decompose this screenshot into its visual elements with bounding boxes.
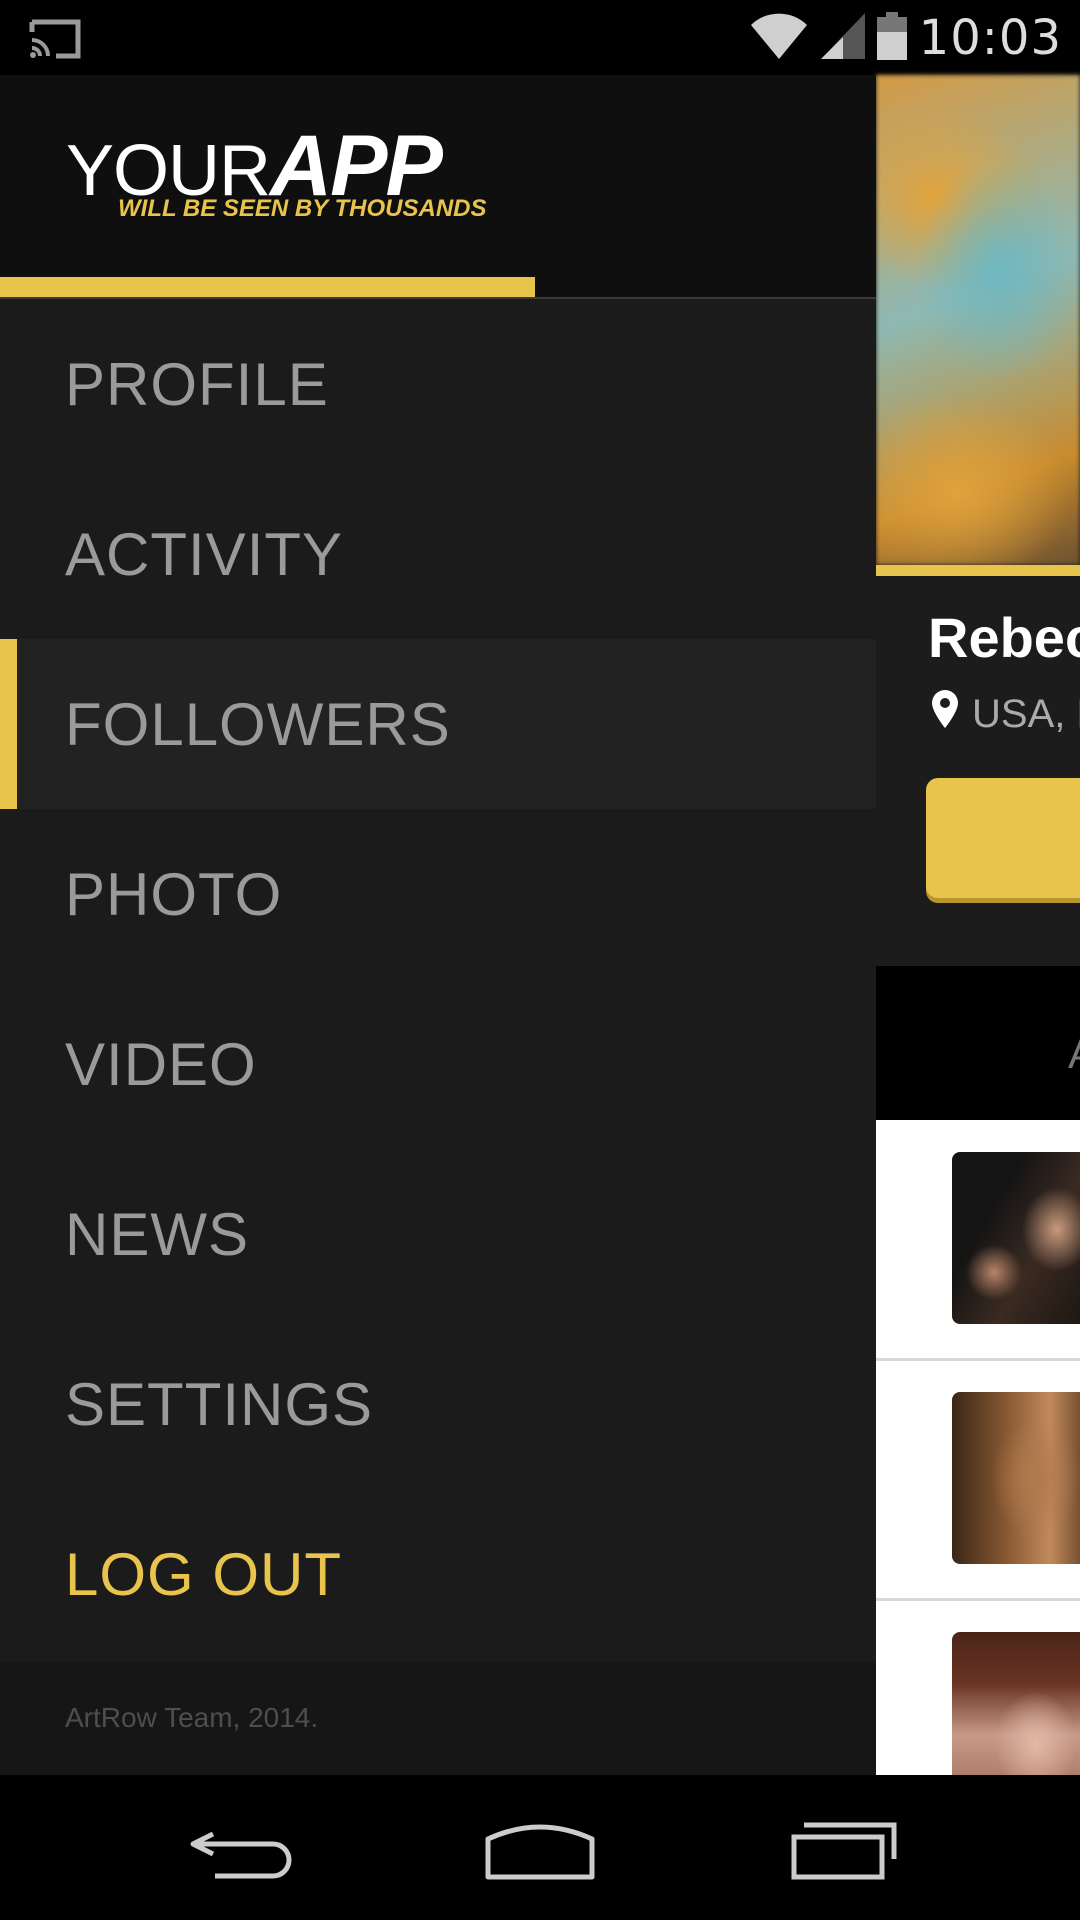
status-bar: 10:03	[0, 0, 1080, 75]
menu-item-video[interactable]: VIDEO	[0, 979, 876, 1149]
footer-credit: ArtRow Team, 2014.	[65, 1702, 319, 1733]
menu-item-label: ACTIVITY	[65, 520, 344, 588]
menu-item-news[interactable]: NEWS	[0, 1149, 876, 1319]
signal-icon	[820, 12, 865, 64]
avatar	[952, 1392, 1080, 1564]
list-item[interactable]	[876, 1120, 1080, 1361]
drawer-header: YOURAPP WILL BE SEEN BY THOUSANDS	[0, 75, 876, 299]
menu-item-activity[interactable]: ACTIVITY	[0, 469, 876, 639]
drawer-menu: PROFILE ACTIVITY FOLLOWERS PHOTO VIDEO N…	[0, 299, 876, 1659]
menu-item-label: PROFILE	[65, 350, 329, 418]
list-item[interactable]	[876, 1360, 1080, 1601]
recents-icon[interactable]	[785, 1805, 905, 1895]
menu-item-label: FOLLOWERS	[65, 690, 451, 758]
menu-item-label: NEWS	[65, 1200, 249, 1268]
profile-location: USA, F	[932, 690, 1080, 738]
menu-item-followers[interactable]: FOLLOWERS	[0, 639, 876, 809]
header-accent-bar	[0, 277, 535, 297]
location-pin-icon	[932, 690, 958, 738]
menu-item-photo[interactable]: PHOTO	[0, 809, 876, 979]
navigation-drawer: YOURAPP WILL BE SEEN BY THOUSANDS PROFIL…	[0, 75, 876, 1775]
home-icon[interactable]	[480, 1805, 600, 1895]
battery-icon	[876, 11, 907, 65]
logo-tagline: WILL BE SEEN BY THOUSANDS	[118, 195, 487, 222]
location-text: USA, F	[972, 691, 1080, 736]
status-time: 10:03	[918, 10, 1062, 66]
menu-item-settings[interactable]: SETTINGS	[0, 1319, 876, 1489]
cover-accent-line	[876, 565, 1080, 576]
system-nav-bar	[0, 1775, 1080, 1920]
menu-item-label: VIDEO	[65, 1030, 257, 1098]
tab-label[interactable]: A	[1068, 1030, 1080, 1078]
menu-item-label: PHOTO	[65, 860, 283, 928]
back-icon[interactable]	[180, 1805, 300, 1895]
menu-item-profile[interactable]: PROFILE	[0, 299, 876, 469]
menu-item-logout[interactable]: LOG OUT	[0, 1489, 876, 1659]
drawer-footer: ArtRow Team, 2014.	[0, 1662, 876, 1775]
tabs-bar	[876, 966, 1080, 1120]
cast-icon	[28, 18, 82, 65]
profile-name: Rebec	[928, 606, 1080, 669]
follow-button[interactable]	[926, 778, 1080, 898]
menu-item-label: LOG OUT	[65, 1540, 343, 1608]
wifi-icon	[749, 13, 809, 64]
menu-item-label: SETTINGS	[65, 1370, 374, 1438]
cover-photo	[876, 75, 1080, 565]
avatar	[952, 1152, 1080, 1324]
